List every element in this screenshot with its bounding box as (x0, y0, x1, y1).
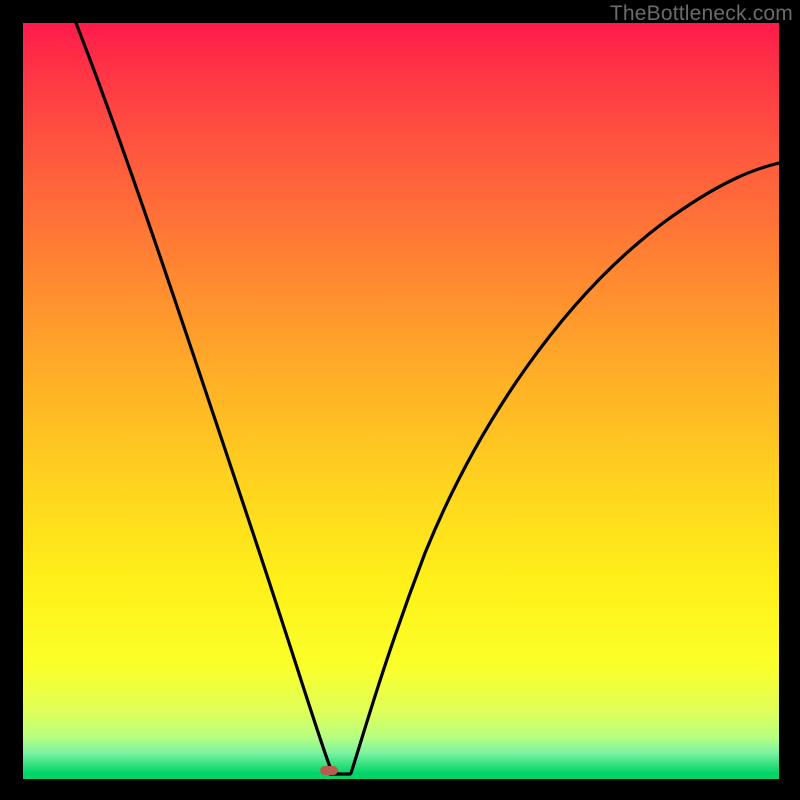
outer-frame: TheBottleneck.com (0, 0, 800, 800)
watermark-text: TheBottleneck.com (610, 2, 793, 26)
gradient-plot-area (23, 23, 779, 779)
minimum-marker (320, 766, 338, 775)
